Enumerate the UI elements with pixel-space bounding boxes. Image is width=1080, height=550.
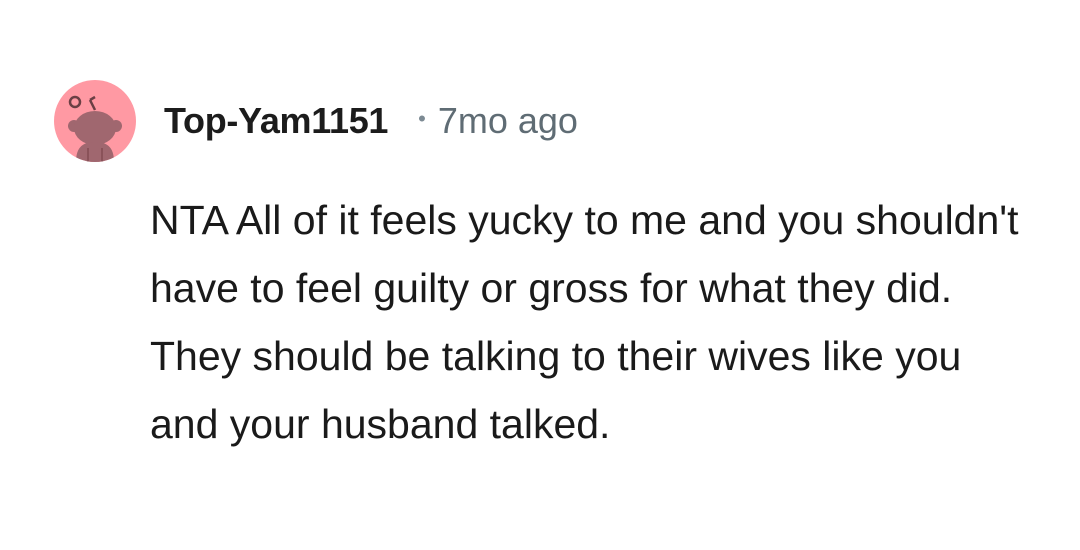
username-link[interactable]: Top-Yam1151 bbox=[164, 100, 388, 142]
comment-timestamp: 7mo ago bbox=[437, 100, 578, 141]
separator-dot: • bbox=[418, 106, 426, 131]
user-avatar-icon[interactable] bbox=[54, 80, 136, 162]
snoo-avatar-icon bbox=[68, 95, 122, 162]
comment-body: NTA All of it feels yucky to me and you … bbox=[150, 197, 1019, 447]
comment-header: Top-Yam1151 • 7mo ago bbox=[164, 98, 578, 144]
